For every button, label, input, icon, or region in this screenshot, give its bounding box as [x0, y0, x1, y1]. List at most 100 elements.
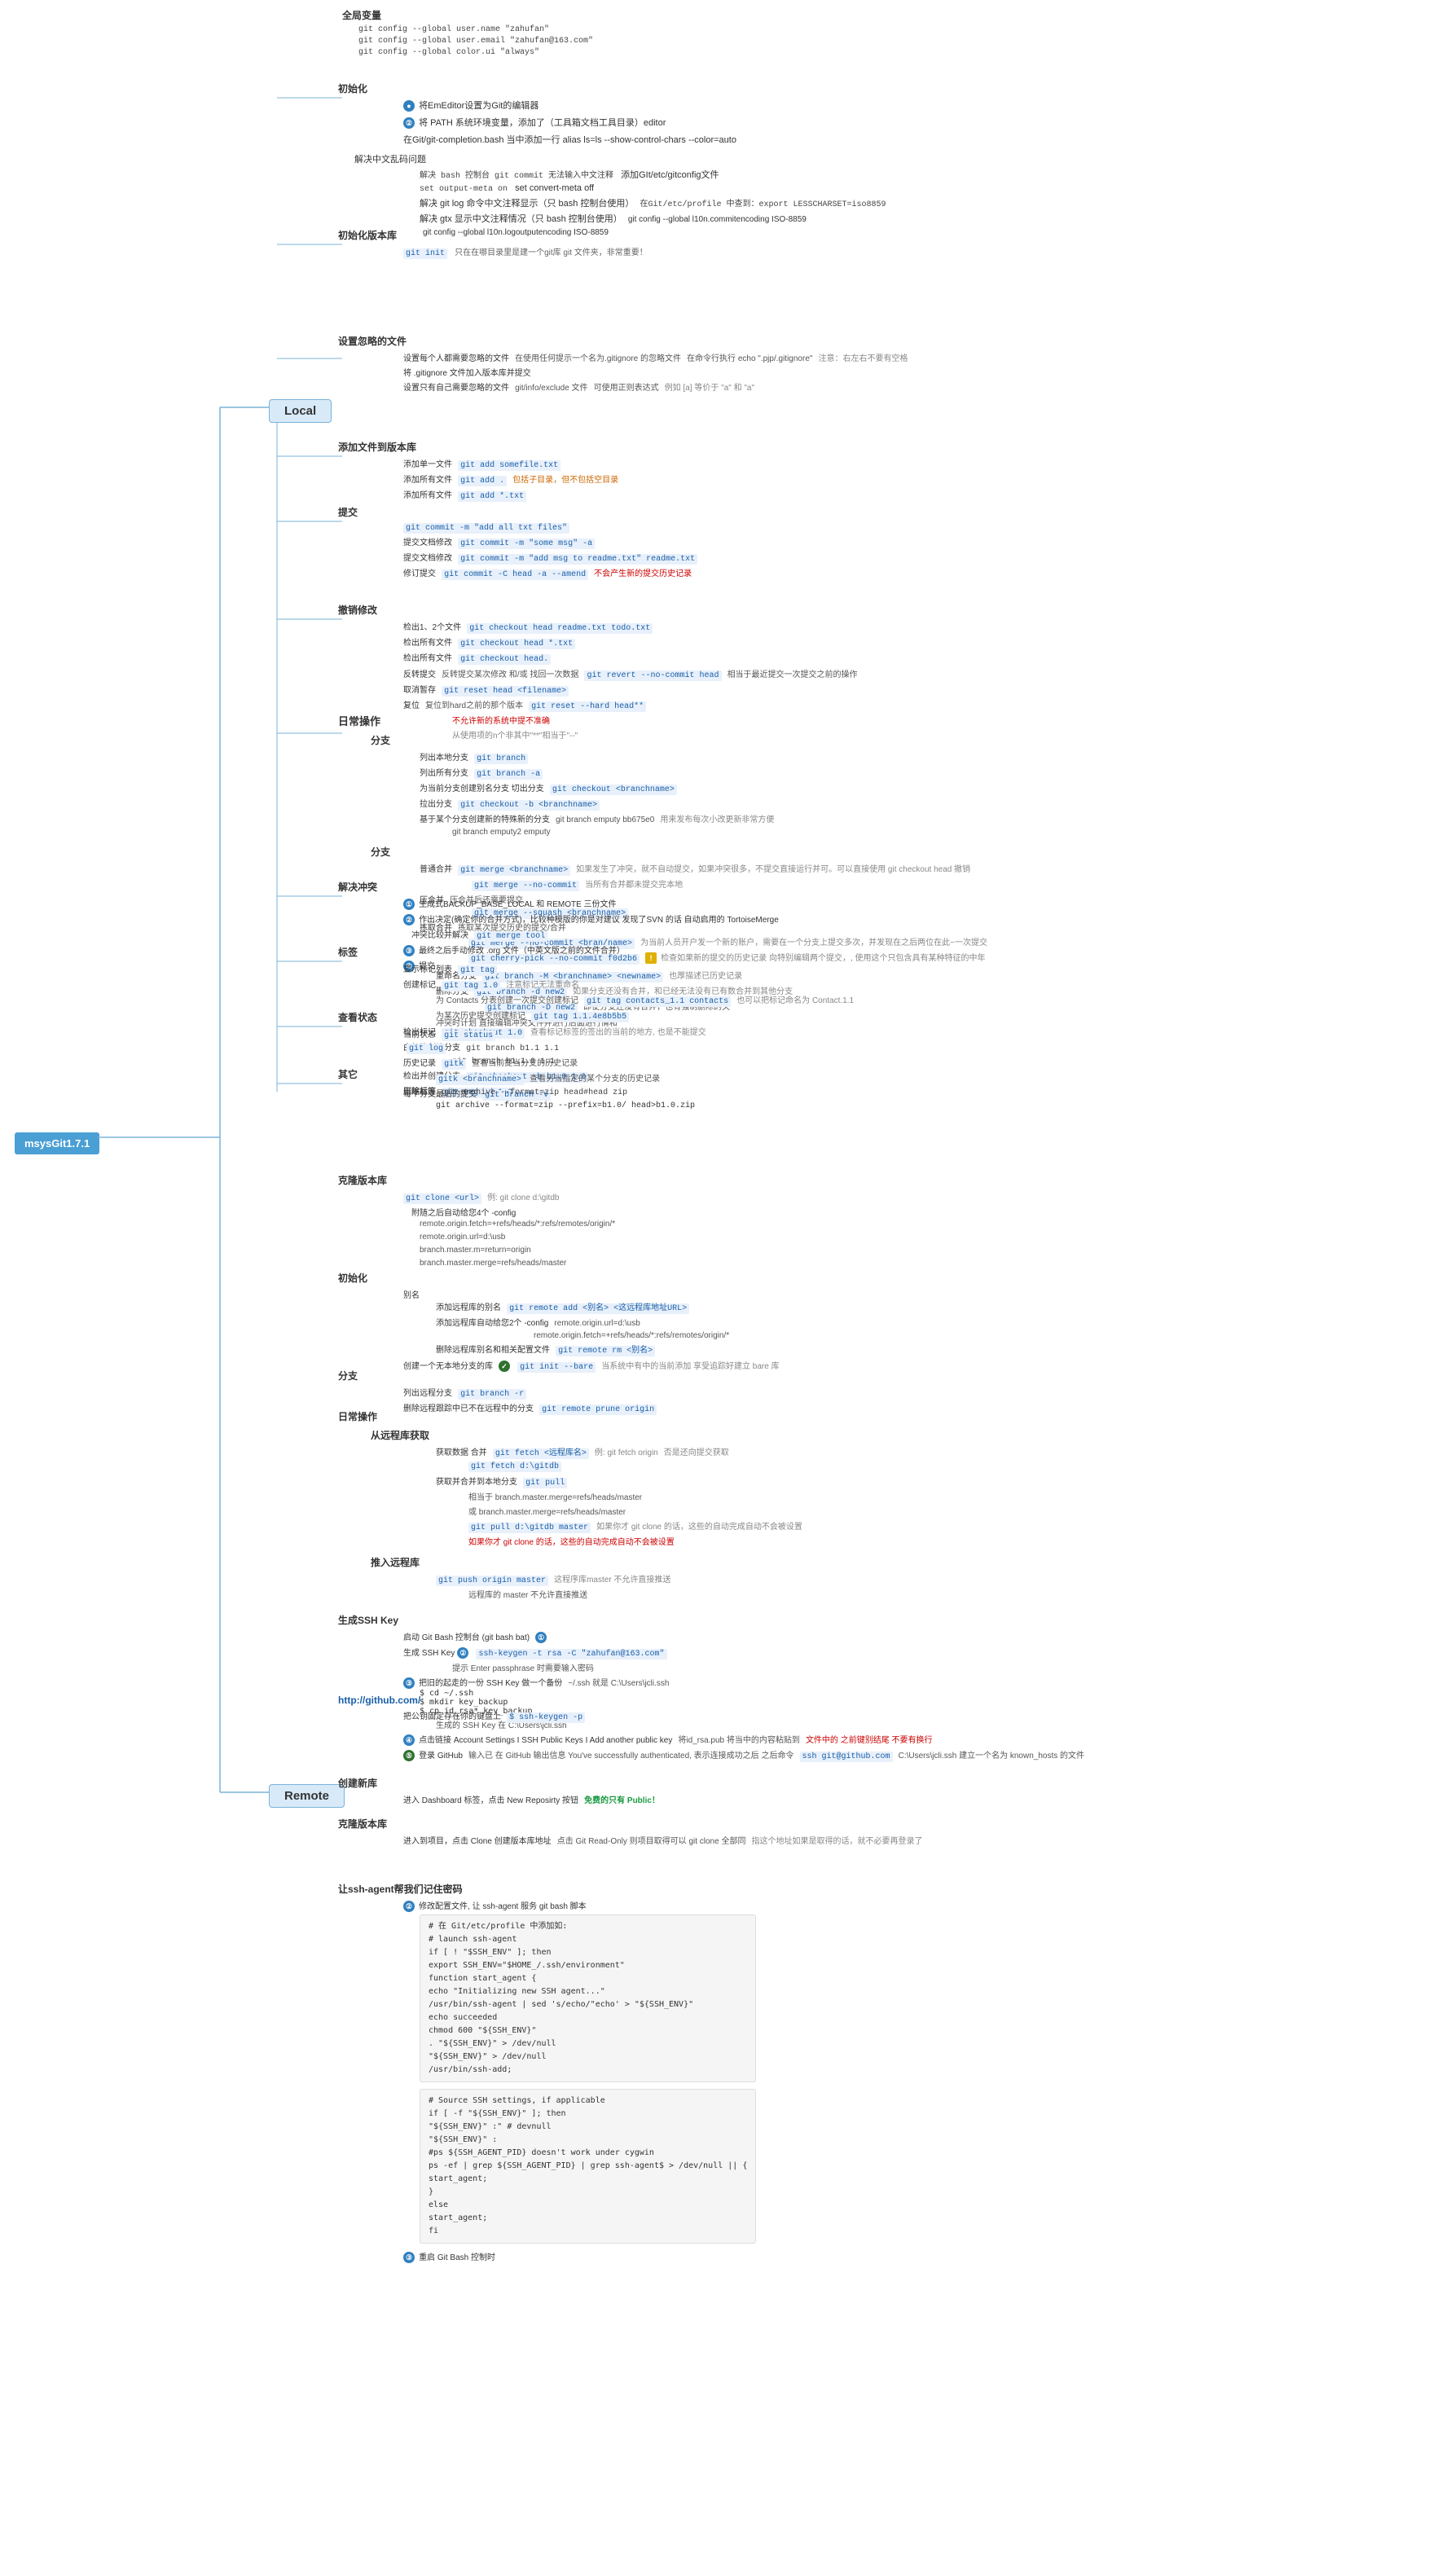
git-add-all-code: git add .	[458, 476, 507, 486]
ignore-label: 设置忽略的文件	[338, 336, 407, 347]
git-fetch-cmd: git fetch <远程库名>	[493, 1448, 589, 1459]
conflict-note1: 生成式BACKUP_BASE_LOCAL 和 REMOTE 三份文件	[419, 900, 616, 909]
git-gtx-note: 解决 gtx 显示中文注释情况（只 bash 控制台使用）	[420, 214, 622, 224]
mind-map-container: msysGit1.7.1	[0, 0, 1433, 2576]
auto-config-label: 附随之后自动给您4个 -config	[411, 1209, 516, 1218]
agent-code-4: export SSH_ENV="$HOME_/.ssh/environment"	[429, 1959, 747, 1972]
push-note2: 远程库的 master 不允许直接推送	[468, 1591, 587, 1600]
commit-msg-label: 提交文档修改	[403, 538, 452, 547]
checkout-new-cmd: git checkout -b <branchname>	[458, 800, 600, 811]
ssh-key-section: 生成SSH Key 启动 Git Bash 控制台 (git bash bat)…	[338, 1613, 1084, 1764]
path-note-text: 将 PATH 系统环境变量，添加了（工具箱文档工具目录）editor	[419, 118, 666, 128]
new-branch-note: git branch emputy bb675e0	[556, 815, 654, 824]
daily-ops-label: 日常操作	[338, 715, 380, 728]
ssh-test-label: 登录 GitHub	[419, 1752, 463, 1761]
local-label-row: Local	[269, 399, 332, 423]
other-label: 其它	[338, 1069, 358, 1080]
agent-code-11: "${SSH_ENV}" > /dev/null	[429, 2051, 747, 2064]
unstage-label: 取消暂存	[403, 686, 436, 695]
git-clone-ex: 例: git clone d:\gitdb	[487, 1193, 559, 1202]
commit-section: 提交 git commit -m "add all txt files" 提交文…	[338, 505, 697, 582]
add-file-label1: 添加单一文件	[403, 460, 452, 469]
checkout-label: 检出1、2个文件	[403, 623, 461, 632]
create-new-repo-section: 创建新库 进入 Dashboard 标签，点击 New Reposirty 按钮…	[338, 1776, 660, 1808]
branch-all-label: 列出所有分支	[420, 769, 468, 778]
git-archive-prefix-cmd: git archive --format=zip --prefix=b1.0/ …	[436, 1101, 695, 1110]
alias-auto-2: remote.origin.fetch=+refs/heads/*:refs/r…	[534, 1331, 729, 1340]
version-init-label: 初始化版本库	[338, 230, 397, 241]
git-commit-readme: git commit -m "add msg to readme.txt" re…	[458, 554, 697, 565]
agent-code-9: chmod 600 "${SSH_ENV}"	[429, 2024, 747, 2038]
ssh-bullet2: ③	[403, 1677, 415, 1689]
tag-list-label: 显示标记列表	[403, 965, 452, 974]
conflict-bullet2: ②	[403, 914, 415, 925]
undo-label: 撤销修改	[338, 604, 377, 616]
agent-code-b10: start_agent;	[429, 2212, 747, 2225]
merge-sub-label: 分支	[371, 846, 390, 858]
pull-master-note: 如果你才 git clone 的话，这些的自动完成自动不会被设置	[596, 1523, 802, 1532]
normal-merge-label: 普通合并	[420, 865, 452, 874]
remote-daily-label: 日常操作	[338, 1411, 377, 1422]
ssh-bullet3: ④	[403, 1734, 415, 1746]
git-init-note: 只在在哪目录里是建一个git库 git 文件夹，非常重要！	[455, 248, 648, 257]
git-add-code: git add somefile.txt	[458, 460, 560, 471]
gitignore-desc1: 在使用任何提示一个名为.gitignore 的忽略文件	[515, 354, 681, 363]
path-note: ② 将 PATH 系统环境变量，添加了（工具箱文档工具目录）editor	[403, 118, 666, 128]
git-revert-code: git revert --no-commit head	[584, 670, 721, 681]
agent-code-1: # 在 Git/etc/profile 中添加如:	[429, 1920, 747, 1933]
conflict-note2: 作出决定(确定你的合并方式)，比较种模版的你是对建议 发现了SVN 的话 自动启…	[419, 916, 779, 925]
git-remote-rm-cmd: git remote rm <别名>	[556, 1346, 655, 1356]
github-clone-label: 克隆版本库	[338, 1818, 387, 1830]
agent-code-2: # launch ssh-agent	[429, 1933, 747, 1946]
bullet-icon-2: ②	[403, 117, 415, 129]
add-files-section: 添加文件到版本库 添加单一文件 git add somefile.txt 添加所…	[338, 440, 618, 503]
pubkey-cmd: $ ssh-keygen -p	[507, 1712, 585, 1723]
agent-code-b1: # Source SSH settings, if applicable	[429, 2095, 747, 2108]
ssh-passphrase-note: 提示 Enter passphrase 时需要输入密码	[452, 1664, 594, 1673]
gitexclude-path: git/info/exclude 文件	[515, 384, 588, 393]
clone-steps: 进入到项目，点击 Clone 创建版本库地址	[403, 1837, 552, 1846]
pull-detail: 相当于 branch.master.merge=refs/heads/maste…	[468, 1493, 642, 1502]
init-label: 初始化	[338, 83, 367, 95]
ssh-agent-label: 让ssh-agent帮我们记住密码	[338, 1884, 463, 1895]
ssh-agent-section: 让ssh-agent帮我们记住密码 ② 修改配置文件, 让 ssh-agent …	[338, 1882, 756, 2266]
init-section: 初始化 ● 将EmEditor设置为Git的编辑器 ② 将 PATH 系统环境变…	[338, 81, 886, 240]
checkout-all-label: 检出所有文件	[403, 639, 452, 648]
new-branch-cmd2: git branch emputy2 emputy	[452, 828, 551, 837]
add-file-label2: 添加所有文件	[403, 476, 452, 485]
checkout-branch-cmd: git checkout <branchname>	[550, 785, 677, 795]
git-commit-some: git commit -m "some msg" -a	[458, 538, 595, 549]
commit-amend-label: 修订提交	[403, 569, 436, 578]
auto-config-3: branch.master.m=return=origin	[420, 1244, 615, 1257]
git-clone-cmd: git clone <url>	[403, 1193, 481, 1204]
alias-add-label: 添加远程库的别名	[436, 1303, 501, 1312]
git-reset-hard: git reset --hard head**	[529, 701, 646, 712]
global-vars-label: 全局变量	[342, 10, 381, 21]
git-reset-head: git reset head <filename>	[442, 686, 569, 697]
branch-all-cmd: git branch -a	[474, 769, 543, 780]
github-no-newline-note: 文件中的 之前键别结尾 不要有换行	[806, 1736, 933, 1745]
git-checkout-head2: git checkout head.	[458, 654, 551, 665]
agent-bullet1: ②	[403, 1901, 415, 1912]
remote-clone-section: 克隆版本库 git clone <url> 例: git clone d:\gi…	[338, 1173, 615, 1273]
code-color-text: git config --global color.ui "always"	[358, 48, 539, 57]
gitignore-note3: 将 .gitignore 文件加入版本库并提交	[403, 369, 531, 378]
remote-label: Remote	[269, 1784, 345, 1808]
amend-note: 不会产生新的提交历史记录	[594, 569, 692, 578]
status-label: 查看状态	[338, 1012, 377, 1023]
git-branch-r-cmd: git branch -r	[458, 1389, 526, 1400]
remote-branch-label: 分支	[338, 1370, 358, 1382]
ssh-test-note: 输入已 在 GitHub 输出信息 You've successfully au…	[468, 1752, 793, 1761]
completion-text: 在Git/git-completion.bash 当中添加一行 alias ls…	[403, 135, 736, 145]
alias-label: 别名	[403, 1291, 420, 1300]
checkout-branch-label: 为当前分支创建别名分支 切出分支	[420, 785, 544, 793]
bullet-icon-1: ●	[403, 100, 415, 112]
git-archive-cmd: git archive --format=zip head#head zip	[442, 1088, 627, 1097]
add-files-label: 添加文件到版本库	[338, 442, 416, 453]
commit-readme-label: 提交文档修改	[403, 554, 452, 563]
ssh-test-cmd: ssh git@github.com	[800, 1752, 893, 1762]
agent-code-b4: "${SSH_ENV}" :	[429, 2134, 747, 2147]
version-init-section: 初始化版本库 git init 只在在哪目录里是建一个git库 git 文件夹，…	[338, 228, 648, 261]
gitignore-desc2: 在命令行执行 echo ".pjp/.gitignore"	[687, 354, 812, 363]
ssh-bullet4: ⑤	[403, 1750, 415, 1761]
